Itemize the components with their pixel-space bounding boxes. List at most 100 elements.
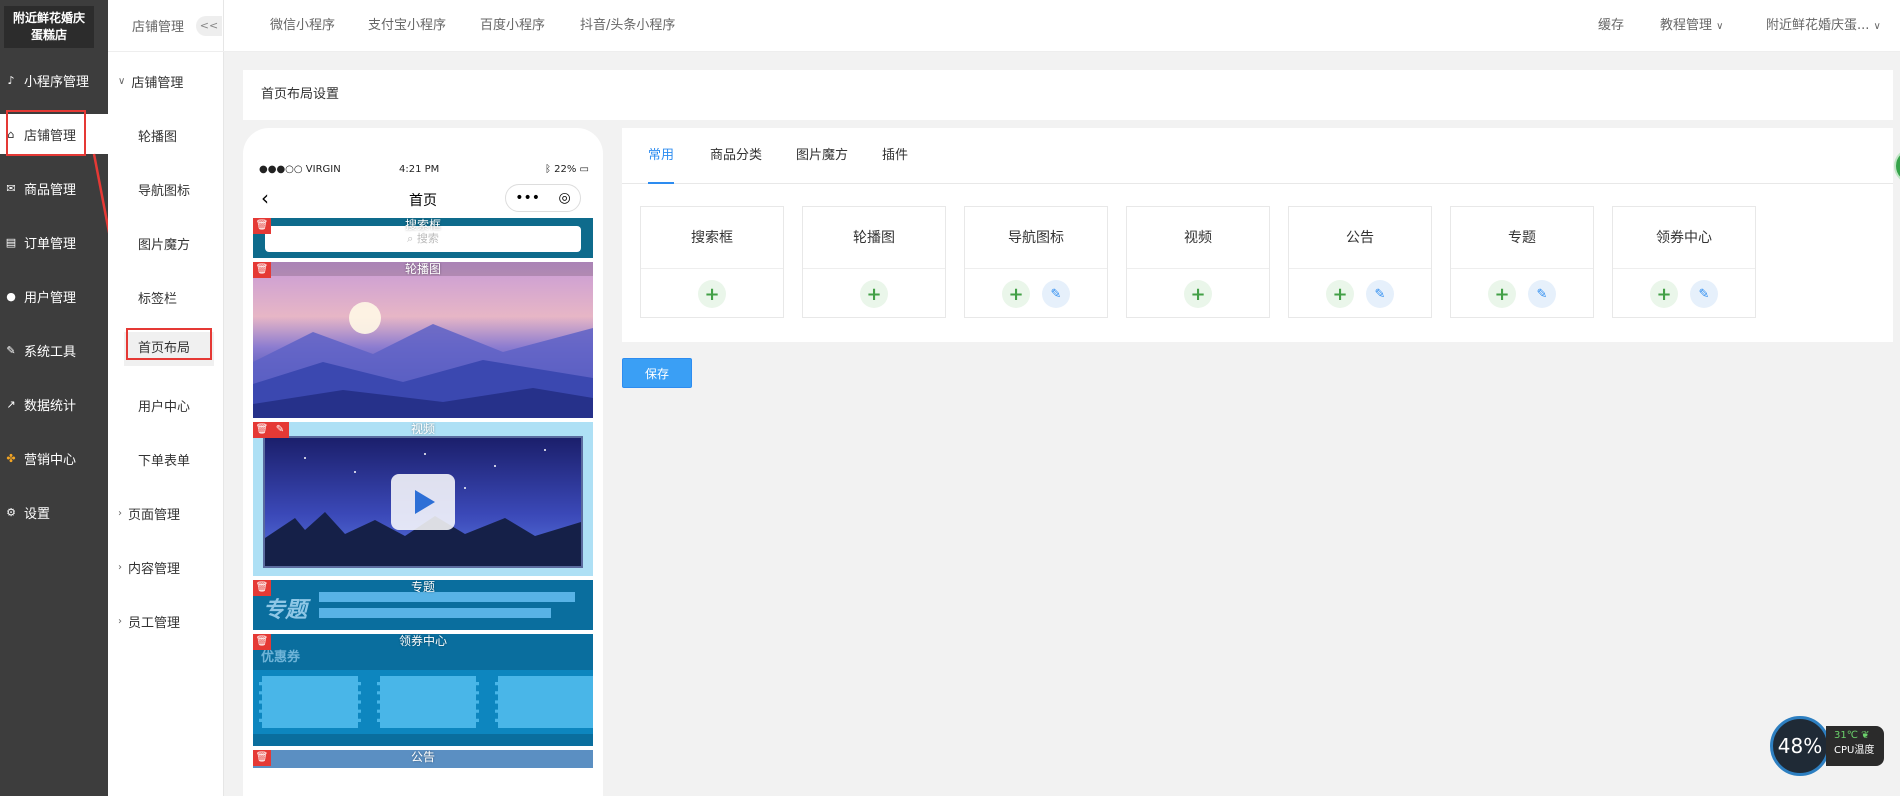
sidebar-item-tools[interactable]: ✎ 系统工具 <box>0 330 108 370</box>
add-icon[interactable]: + <box>860 280 888 308</box>
battery-percent: 22% <box>554 164 577 175</box>
submenu-item-banner[interactable]: 轮播图 <box>138 126 177 145</box>
layout-block-banner[interactable]: 🗑 轮播图 <box>253 262 593 418</box>
save-button[interactable]: 保存 <box>622 358 692 388</box>
miniprogram-capsule[interactable]: ••• ◎ <box>505 184 581 212</box>
edit-pencil-icon[interactable]: ✎ <box>1528 280 1556 308</box>
edit-pencil-icon[interactable]: ✎ <box>1690 280 1718 308</box>
tab-image-cube[interactable]: 图片魔方 <box>796 128 848 184</box>
layout-block-topic[interactable]: 🗑 专题 专题 <box>253 580 593 630</box>
account-menu[interactable]: 附近鲜花婚庆蛋... ∨ <box>1766 0 1881 52</box>
submenu-group-pages[interactable]: › 页面管理 <box>118 504 180 523</box>
tab-douyin[interactable]: 抖音/头条小程序 <box>580 0 675 52</box>
submenu-group-store[interactable]: ∨ 店铺管理 <box>118 72 183 91</box>
submenu-group-label: 内容管理 <box>128 562 181 577</box>
sidebar-item-miniprogram[interactable]: ♪ 小程序管理 <box>0 60 108 100</box>
submenu-group-staff[interactable]: › 员工管理 <box>118 612 180 631</box>
chevron-down-icon: ∨ <box>118 76 126 87</box>
card-title: 轮播图 <box>803 207 945 269</box>
cpu-usage: 48% <box>1770 716 1830 776</box>
play-button[interactable] <box>391 474 455 530</box>
chevron-down-icon: ∨ <box>1873 21 1881 32</box>
cache-link[interactable]: 缓存 <box>1598 0 1624 52</box>
tab-plugins[interactable]: 插件 <box>882 128 908 184</box>
submenu-item-nav-icons[interactable]: 导航图标 <box>138 180 190 199</box>
collapse-button[interactable]: << <box>196 16 222 36</box>
user-icon: ● <box>6 289 16 303</box>
account-label: 附近鲜花婚庆蛋... <box>1766 18 1870 33</box>
edit-icon[interactable]: ✎ <box>271 422 289 438</box>
coupon-ticket <box>495 676 593 728</box>
tab-wechat[interactable]: 微信小程序 <box>270 0 335 52</box>
component-card-coupon: 领券中心 + ✎ <box>1612 206 1756 318</box>
leaf-icon: ❦ <box>1861 730 1870 741</box>
delete-icon[interactable]: 🗑 <box>253 634 271 650</box>
order-icon: ▤ <box>5 235 17 249</box>
component-card-search: 搜索框 + <box>640 206 784 318</box>
card-title: 公告 <box>1289 207 1431 269</box>
sidebar-item-label: 订单管理 <box>24 236 77 252</box>
card-title: 专题 <box>1451 207 1593 269</box>
tab-baidu[interactable]: 百度小程序 <box>480 0 545 52</box>
delete-icon[interactable]: 🗑 <box>253 750 271 766</box>
add-icon[interactable]: + <box>1650 280 1678 308</box>
delete-icon[interactable]: 🗑 <box>253 262 271 278</box>
chevron-down-icon: ∨ <box>1716 21 1724 32</box>
component-card-notice: 公告 + ✎ <box>1288 206 1432 318</box>
chevron-right-icon: › <box>118 562 122 573</box>
add-icon[interactable]: + <box>1184 280 1212 308</box>
edit-pencil-icon[interactable]: ✎ <box>1042 280 1070 308</box>
block-label: 专题 <box>410 580 435 594</box>
submenu-item-tabbar[interactable]: 标签栏 <box>138 288 177 307</box>
tab-goods-category[interactable]: 商品分类 <box>710 128 762 184</box>
delete-icon[interactable]: 🗑 <box>253 218 271 234</box>
submenu-item-image-cube[interactable]: 图片魔方 <box>138 234 190 253</box>
block-label: 搜索框 <box>404 218 441 232</box>
floating-green-widget[interactable] <box>1894 148 1900 184</box>
delete-icon[interactable]: 🗑 <box>253 580 271 596</box>
sidebar-item-label: 系统工具 <box>24 344 77 360</box>
battery-status: ᛒ 22% ▭ <box>545 164 589 175</box>
brand-logo[interactable]: 附近鲜花婚庆 蛋糕店 <box>4 6 94 48</box>
card-title: 导航图标 <box>965 207 1107 269</box>
block-label: 视频 <box>410 422 435 436</box>
highlight-box-home-layout <box>126 328 212 360</box>
edit-pencil-icon[interactable]: ✎ <box>1366 280 1394 308</box>
page-title-bar: 首页布局设置 <box>243 70 1893 120</box>
add-icon[interactable]: + <box>1488 280 1516 308</box>
cpu-monitor-widget[interactable]: 48% 31℃ ❦ CPU温度 <box>1770 716 1886 776</box>
banner-image <box>253 302 593 418</box>
sidebar-item-stats[interactable]: ↗ 数据统计 <box>0 384 108 424</box>
component-card-banner: 轮播图 + <box>802 206 946 318</box>
tab-common[interactable]: 常用 <box>648 128 675 184</box>
add-icon[interactable]: + <box>698 280 726 308</box>
status-time: 4:21 PM <box>399 164 440 175</box>
component-card-nav-icons: 导航图标 + ✎ <box>964 206 1108 318</box>
card-title: 视频 <box>1127 207 1269 269</box>
sidebar-item-marketing[interactable]: ✤ 营销中心 <box>0 438 108 478</box>
layout-block-notice[interactable]: 🗑 公告 <box>253 750 593 768</box>
delete-icon[interactable]: 🗑 <box>253 422 271 438</box>
tab-alipay[interactable]: 支付宝小程序 <box>368 0 446 52</box>
topic-art: 专题 <box>263 598 308 623</box>
sidebar-item-label: 用户管理 <box>24 290 77 306</box>
gear-icon: ⚙ <box>6 505 16 519</box>
add-icon[interactable]: + <box>1326 280 1354 308</box>
submenu-item-order-form[interactable]: 下单表单 <box>138 450 190 469</box>
submenu-item-user-center[interactable]: 用户中心 <box>138 396 190 415</box>
submenu-group-content[interactable]: › 内容管理 <box>118 558 180 577</box>
layout-block-video[interactable]: 🗑 ✎ 视频 <box>253 422 593 576</box>
store-submenu: 店铺管理 << ∨ 店铺管理 轮播图 导航图标 图片魔方 标签栏 首页布局 用户… <box>108 0 224 796</box>
cpu-temp-label: CPU温度 <box>1834 745 1875 756</box>
add-icon[interactable]: + <box>1002 280 1030 308</box>
highlight-box-store <box>6 110 86 156</box>
block-label: 领券中心 <box>398 634 447 648</box>
layout-block-search[interactable]: 🗑 搜索框 ⌕ 搜索 <box>253 218 593 258</box>
submenu-title: 店铺管理 <box>132 20 185 35</box>
layout-block-coupon[interactable]: 🗑 领券中心 优惠券 <box>253 634 593 746</box>
tutorial-menu[interactable]: 教程管理 ∨ <box>1660 0 1723 52</box>
block-label: 轮播图 <box>253 262 593 276</box>
sidebar-item-settings[interactable]: ⚙ 设置 <box>0 492 108 532</box>
phone-nav-bar: ‹ 首页 ••• ◎ <box>255 184 591 214</box>
phone-preview: ●●●○○ VIRGIN 4:21 PM ᛒ 22% ▭ ‹ 首页 ••• ◎ … <box>243 128 603 796</box>
